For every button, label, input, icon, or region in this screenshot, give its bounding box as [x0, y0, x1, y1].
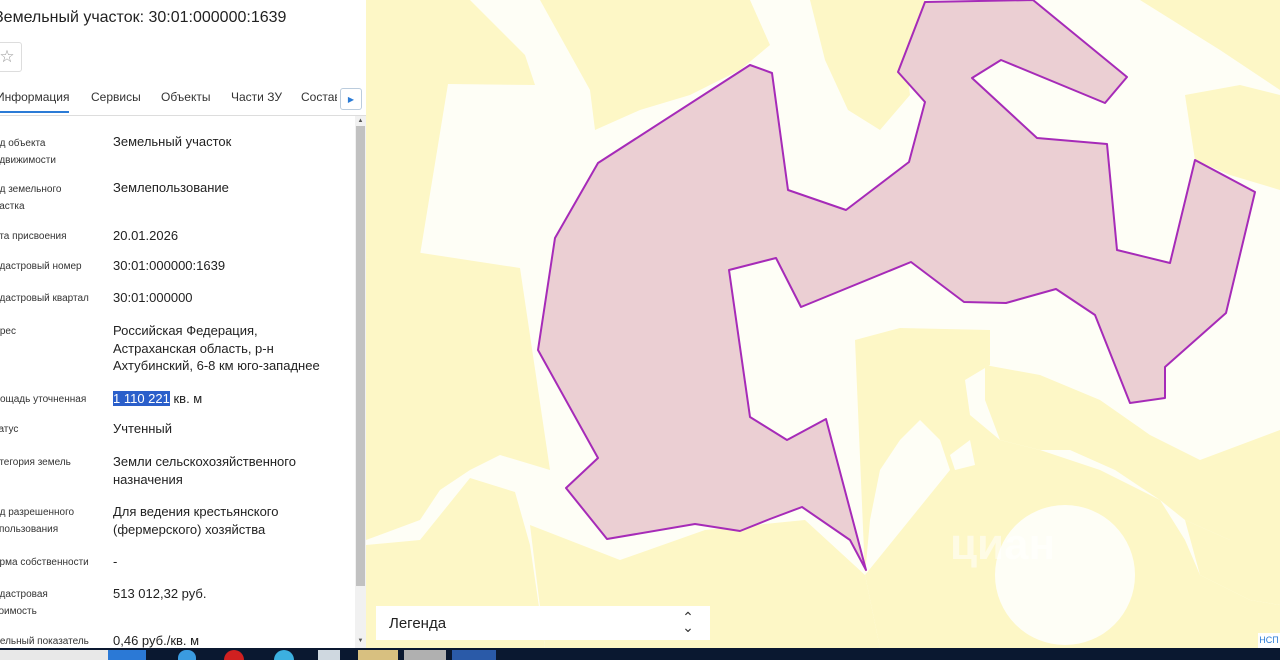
property-label: ата присвоения [0, 231, 67, 242]
folder-icon[interactable] [358, 650, 398, 660]
page-title: Земельный участок: 30:01:000000:1639 [0, 9, 287, 26]
property-label: адастровый номер [0, 261, 82, 272]
map-view[interactable]: циан [366, 0, 1280, 648]
property-value: 30:01:000000 [113, 290, 193, 305]
property-value: 0,46 руб./кв. м [113, 633, 200, 648]
property-value: Земли сельскохозяйственного назначения [113, 454, 296, 487]
app-icon[interactable] [178, 650, 196, 660]
yandex-icon[interactable] [404, 650, 446, 660]
tab-parts[interactable]: Части ЗУ [231, 90, 282, 104]
tab-objects[interactable]: Объекты [161, 90, 211, 104]
taskbar-search[interactable] [0, 650, 108, 660]
word-icon[interactable] [452, 650, 496, 660]
property-label: орма собственности [0, 557, 89, 568]
property-value: Земельный участок [113, 134, 232, 149]
property-value: Российская Федерация, Астраханская облас… [113, 323, 320, 373]
property-value: Землепользование [113, 180, 229, 195]
property-label: адастровый квартал [0, 293, 89, 304]
property-label: дельный показатель [0, 636, 89, 647]
property-label: ид разрешенного спользования [0, 507, 75, 535]
selected-text: 1 110 221 [113, 391, 170, 406]
property-value: Для ведения крестьянского (фермерского) … [113, 504, 279, 537]
favorite-button[interactable]: ☆ [0, 42, 22, 72]
map-canvas [366, 0, 1280, 648]
chevron-right-icon: ▶ [347, 94, 355, 104]
unit-text: кв. м [169, 391, 203, 406]
scrollbar-thumb[interactable] [356, 126, 365, 586]
info-panel: Земельный участок: 30:01:000000:1639 ☆ И… [0, 0, 367, 648]
app-icon[interactable] [318, 650, 340, 660]
scroll-up-icon[interactable]: ▲ [355, 116, 366, 126]
property-value: 20.01.2026 [113, 228, 179, 243]
legend-label: Легенда [389, 615, 447, 632]
scroll-down-icon[interactable]: ▼ [355, 636, 366, 646]
property-value: 513 012,32 руб. [113, 586, 207, 601]
property-list: ид объекта едвижимости Земельный участок… [0, 116, 355, 648]
property-value: Учтенный [113, 421, 173, 436]
property-value: 30:01:000000:1639 [113, 258, 226, 273]
taskbar-button[interactable] [108, 650, 146, 660]
tab-bar: Информация Сервисы Объекты Части ЗУ Сост… [0, 82, 366, 116]
property-label: татус [0, 424, 19, 435]
property-label: лощадь уточненная [0, 394, 87, 405]
tab-information[interactable]: Информация [0, 90, 70, 113]
property-value: 1 110 221 кв. м [113, 390, 345, 408]
tab-services[interactable]: Сервисы [91, 90, 141, 104]
taskbar [0, 648, 1280, 660]
browser-icon[interactable] [274, 650, 294, 660]
opera-icon[interactable] [224, 650, 244, 660]
property-label: ид земельного частка [0, 184, 62, 212]
up-down-chevron-icon[interactable]: ⌃ ⌄ [682, 610, 694, 634]
property-value: - [113, 554, 118, 569]
star-icon: ☆ [0, 47, 15, 66]
property-label: атегория земель [0, 457, 71, 468]
tabs-next-button[interactable]: ▶ [340, 88, 362, 110]
legend-dropdown[interactable]: Легенда ⌃ ⌄ [376, 606, 710, 640]
watermark: циан [950, 520, 1056, 569]
map-corner-label: НСП [1258, 633, 1280, 648]
tab-composition[interactable]: Состав [301, 90, 337, 104]
property-label: адастровая тоимость [0, 589, 48, 617]
property-label: ид объекта едвижимости [0, 138, 56, 166]
scrollbar[interactable]: ▲ ▼ [355, 116, 366, 648]
property-label: дрес [0, 326, 16, 337]
